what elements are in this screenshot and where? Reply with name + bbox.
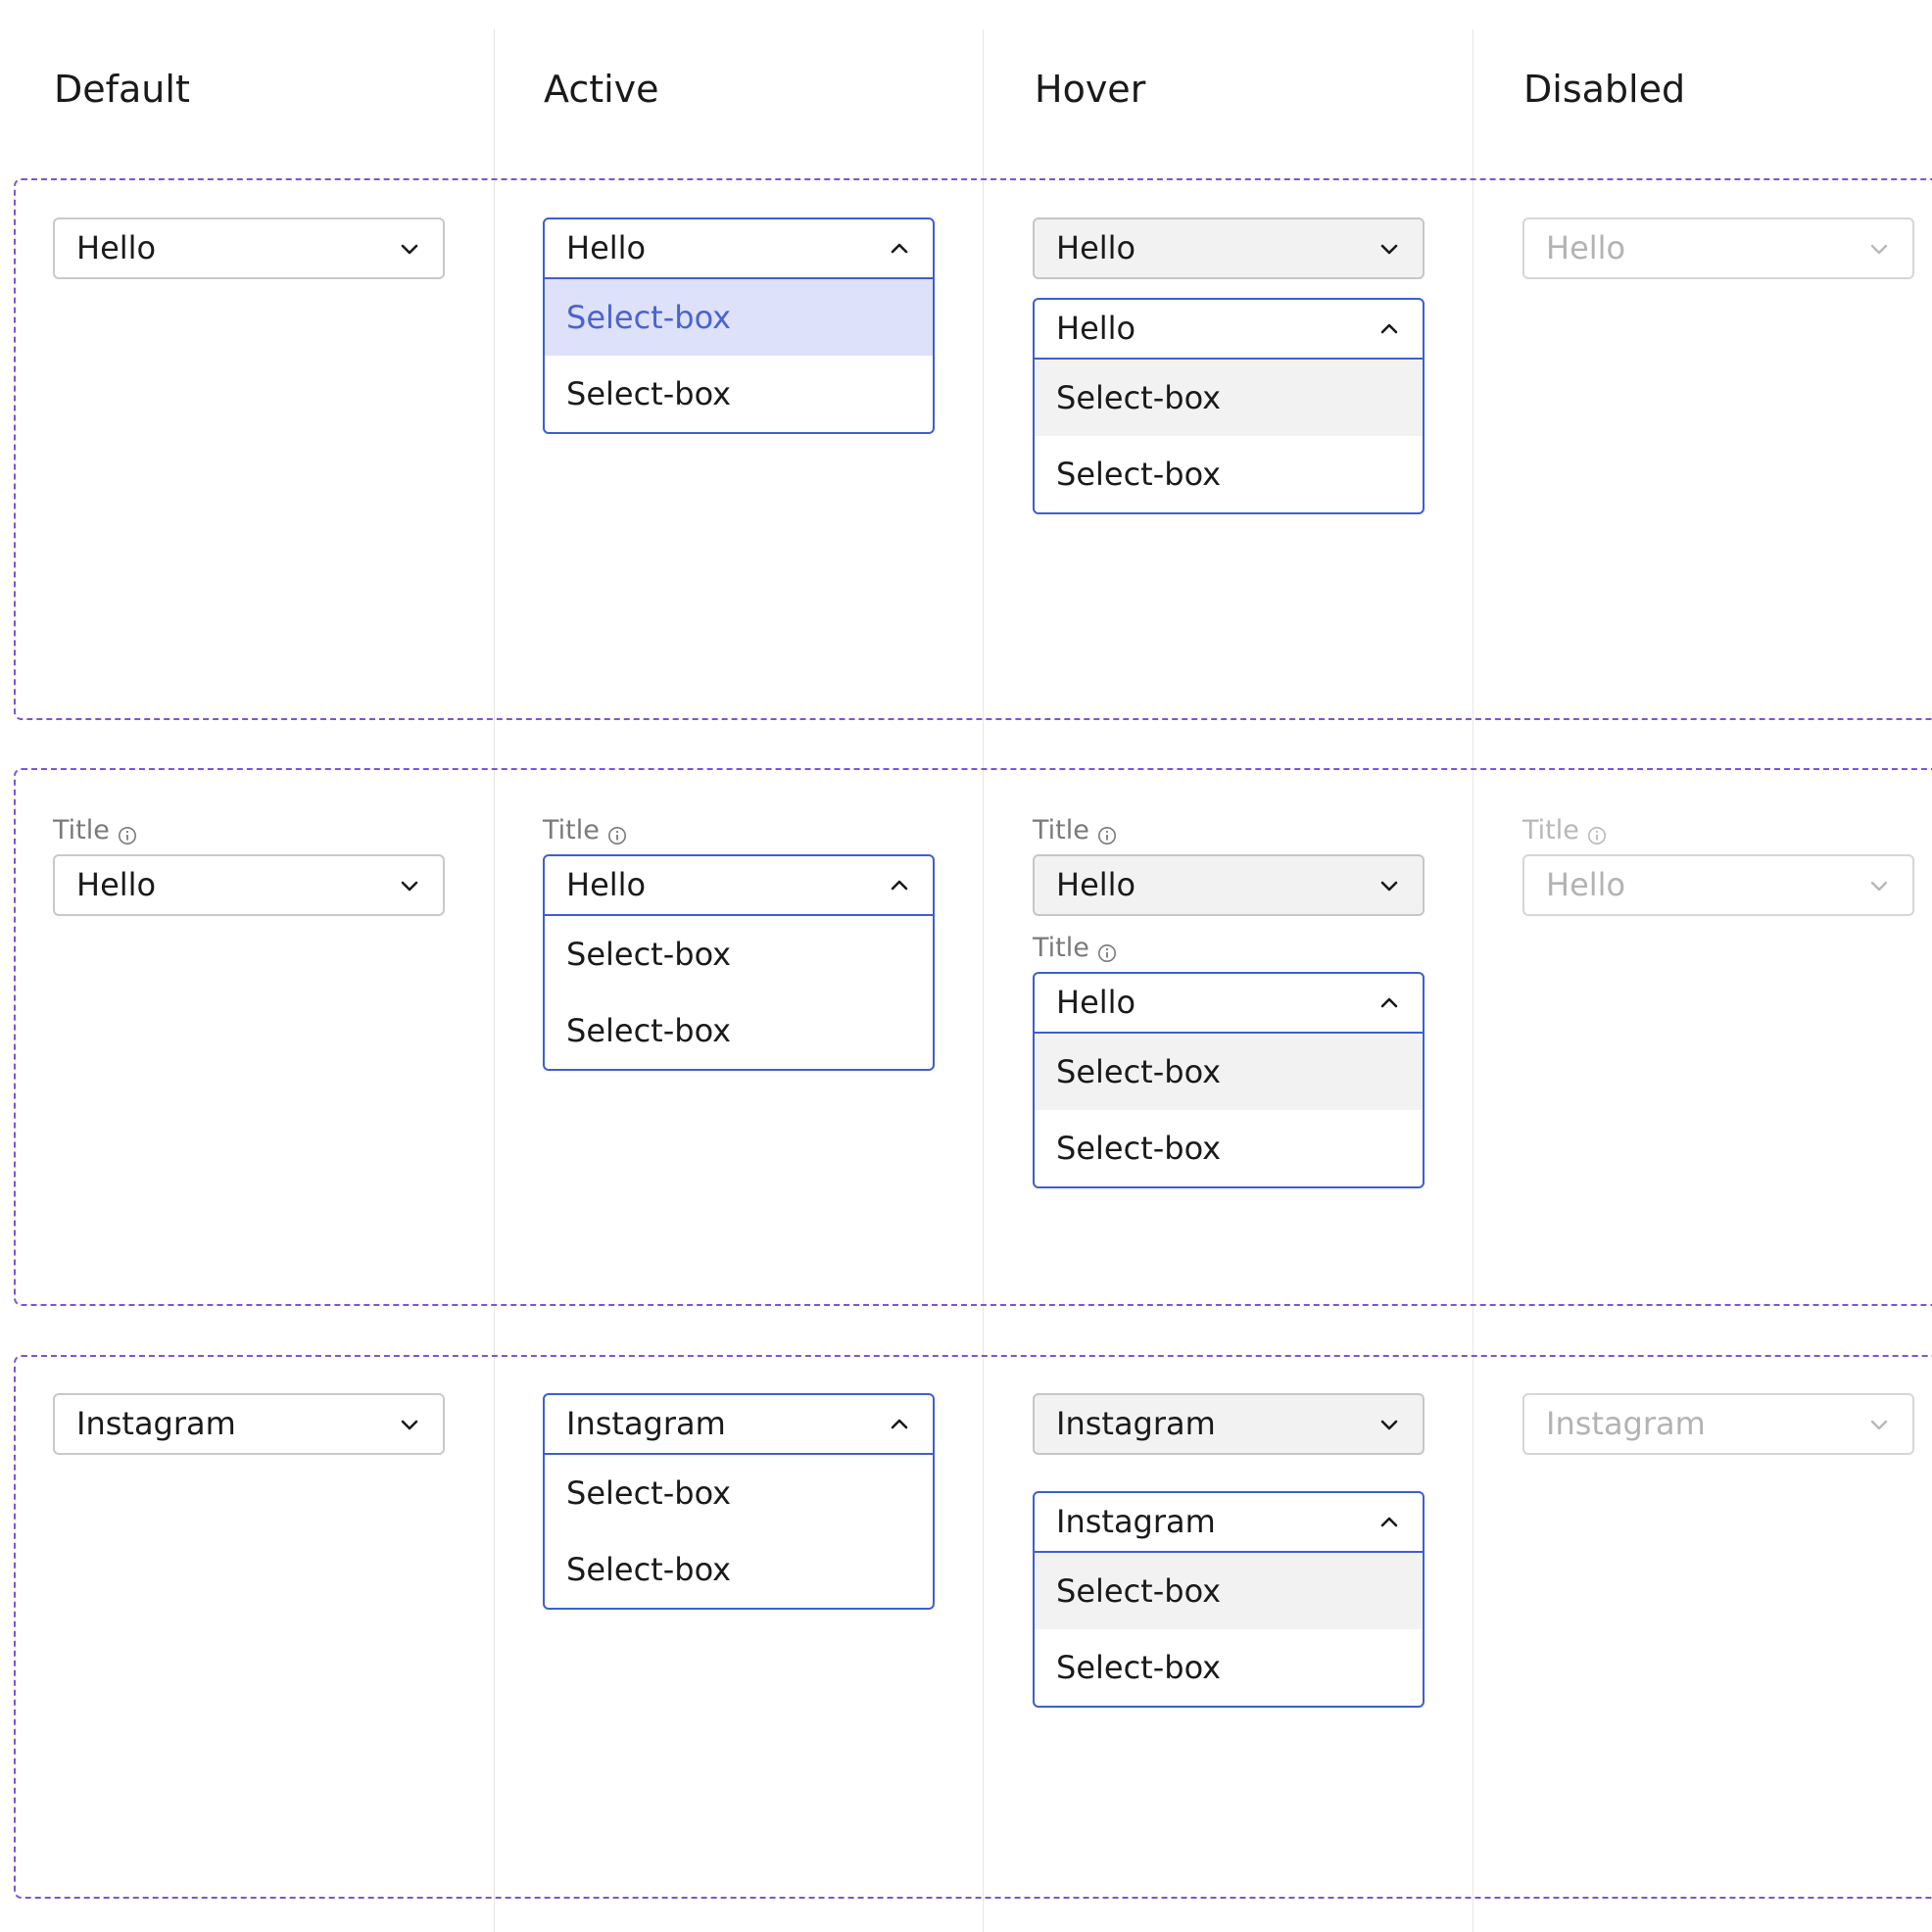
- chevron-up-icon: [888, 874, 911, 897]
- select-default[interactable]: Hello: [53, 854, 445, 916]
- select-header[interactable]: Instagram: [1035, 1493, 1423, 1553]
- select-active[interactable]: Hello Select-box Select-box: [543, 854, 935, 1071]
- chevron-down-icon: [398, 1413, 421, 1436]
- select-value: Hello: [566, 866, 647, 903]
- field-title-label: Title: [1033, 815, 1089, 845]
- chevron-up-icon: [1377, 991, 1401, 1015]
- chevron-down-icon: [398, 874, 421, 897]
- select-value: Hello: [566, 229, 647, 266]
- dropdown-option[interactable]: Select-box: [545, 916, 933, 992]
- field-title: Title: [543, 814, 627, 847]
- field-title: Title: [53, 814, 137, 847]
- select-header: Instagram: [1035, 1395, 1423, 1453]
- field-title-label: Title: [1522, 815, 1579, 845]
- select-header: Instagram: [1524, 1395, 1912, 1453]
- info-icon: [1097, 939, 1117, 962]
- field-title-label: Title: [543, 815, 600, 845]
- column-header-default: Default: [54, 68, 190, 111]
- select-disabled: Hello: [1522, 854, 1914, 916]
- select-value: Hello: [1056, 229, 1136, 266]
- select-hover-open[interactable]: Hello Select-box Select-box: [1033, 972, 1425, 1188]
- chevron-down-icon: [1867, 874, 1891, 897]
- chevron-up-icon: [1377, 317, 1401, 341]
- field-title: Title: [1033, 814, 1117, 847]
- select-header: Hello: [1035, 856, 1423, 914]
- select-hover[interactable]: Hello: [1033, 217, 1425, 279]
- chevron-down-icon: [1377, 237, 1401, 261]
- select-value: Hello: [1056, 310, 1136, 347]
- select-hover[interactable]: Hello: [1033, 854, 1425, 916]
- select-header[interactable]: Hello: [1035, 974, 1423, 1034]
- section-with-title: [14, 768, 1932, 1306]
- chevron-down-icon: [1377, 874, 1401, 897]
- select-default[interactable]: Instagram: [53, 1393, 445, 1455]
- chevron-down-icon: [1867, 1413, 1891, 1436]
- info-icon: [607, 821, 627, 845]
- chevron-down-icon: [1377, 1413, 1401, 1436]
- select-header: Hello: [1524, 856, 1912, 914]
- select-value: Instagram: [1056, 1503, 1216, 1540]
- select-hover-open[interactable]: Instagram Select-box Select-box: [1033, 1491, 1425, 1708]
- dropdown-option[interactable]: Select-box: [545, 992, 933, 1069]
- column-header-hover: Hover: [1035, 68, 1146, 111]
- select-header[interactable]: Hello: [545, 856, 933, 916]
- field-title-label: Title: [1033, 933, 1089, 963]
- select-hover[interactable]: Instagram: [1033, 1393, 1425, 1455]
- field-title-label: Title: [53, 815, 110, 845]
- select-header[interactable]: Hello: [1035, 300, 1423, 360]
- select-value: Hello: [1056, 984, 1136, 1021]
- dropdown-option[interactable]: Select-box: [545, 1455, 933, 1531]
- select-value: Hello: [76, 229, 157, 266]
- dropdown-option-hovered[interactable]: Select-box: [1035, 360, 1423, 436]
- select-header: Instagram: [55, 1395, 443, 1453]
- dropdown-option-hovered[interactable]: Select-box: [1035, 1034, 1423, 1110]
- column-header-disabled: Disabled: [1523, 68, 1686, 111]
- select-disabled: Hello: [1522, 217, 1914, 279]
- info-icon: [118, 821, 137, 845]
- select-value: Hello: [1546, 229, 1626, 266]
- field-title: Title: [1033, 932, 1117, 965]
- dropdown-option[interactable]: Select-box: [1035, 1629, 1423, 1706]
- chevron-up-icon: [888, 1413, 911, 1436]
- select-value: Hello: [76, 866, 157, 903]
- select-active[interactable]: Hello Select-box Select-box: [543, 217, 935, 434]
- select-value: Hello: [1546, 866, 1626, 903]
- select-header: Hello: [1524, 219, 1912, 277]
- select-value: Hello: [1056, 866, 1136, 903]
- select-value: Instagram: [1056, 1405, 1216, 1442]
- chevron-down-icon: [1867, 237, 1891, 261]
- field-title: Title: [1522, 814, 1607, 847]
- select-header[interactable]: Hello: [545, 219, 933, 279]
- select-header: Hello: [55, 219, 443, 277]
- select-default[interactable]: Hello: [53, 217, 445, 279]
- chevron-down-icon: [398, 237, 421, 261]
- dropdown-option[interactable]: Select-box: [545, 356, 933, 432]
- info-icon: [1587, 821, 1607, 845]
- dropdown-option-selected[interactable]: Select-box: [545, 279, 933, 356]
- dropdown-option[interactable]: Select-box: [1035, 436, 1423, 512]
- info-icon: [1097, 821, 1117, 845]
- column-header-active: Active: [544, 68, 659, 111]
- select-hover-open[interactable]: Hello Select-box Select-box: [1033, 298, 1425, 514]
- select-states-canvas: Default Active Hover Disabled Hello Hell…: [0, 0, 1932, 1932]
- select-header: Hello: [55, 856, 443, 914]
- select-disabled: Instagram: [1522, 1393, 1914, 1455]
- dropdown-option-hovered[interactable]: Select-box: [1035, 1553, 1423, 1629]
- select-value: Instagram: [1546, 1405, 1706, 1442]
- select-value: Instagram: [76, 1405, 236, 1442]
- dropdown-option[interactable]: Select-box: [545, 1531, 933, 1608]
- select-header[interactable]: Instagram: [545, 1395, 933, 1455]
- select-active[interactable]: Instagram Select-box Select-box: [543, 1393, 935, 1610]
- dropdown-option[interactable]: Select-box: [1035, 1110, 1423, 1186]
- chevron-up-icon: [888, 237, 911, 261]
- select-value: Instagram: [566, 1405, 726, 1442]
- select-header: Hello: [1035, 219, 1423, 277]
- chevron-up-icon: [1377, 1511, 1401, 1534]
